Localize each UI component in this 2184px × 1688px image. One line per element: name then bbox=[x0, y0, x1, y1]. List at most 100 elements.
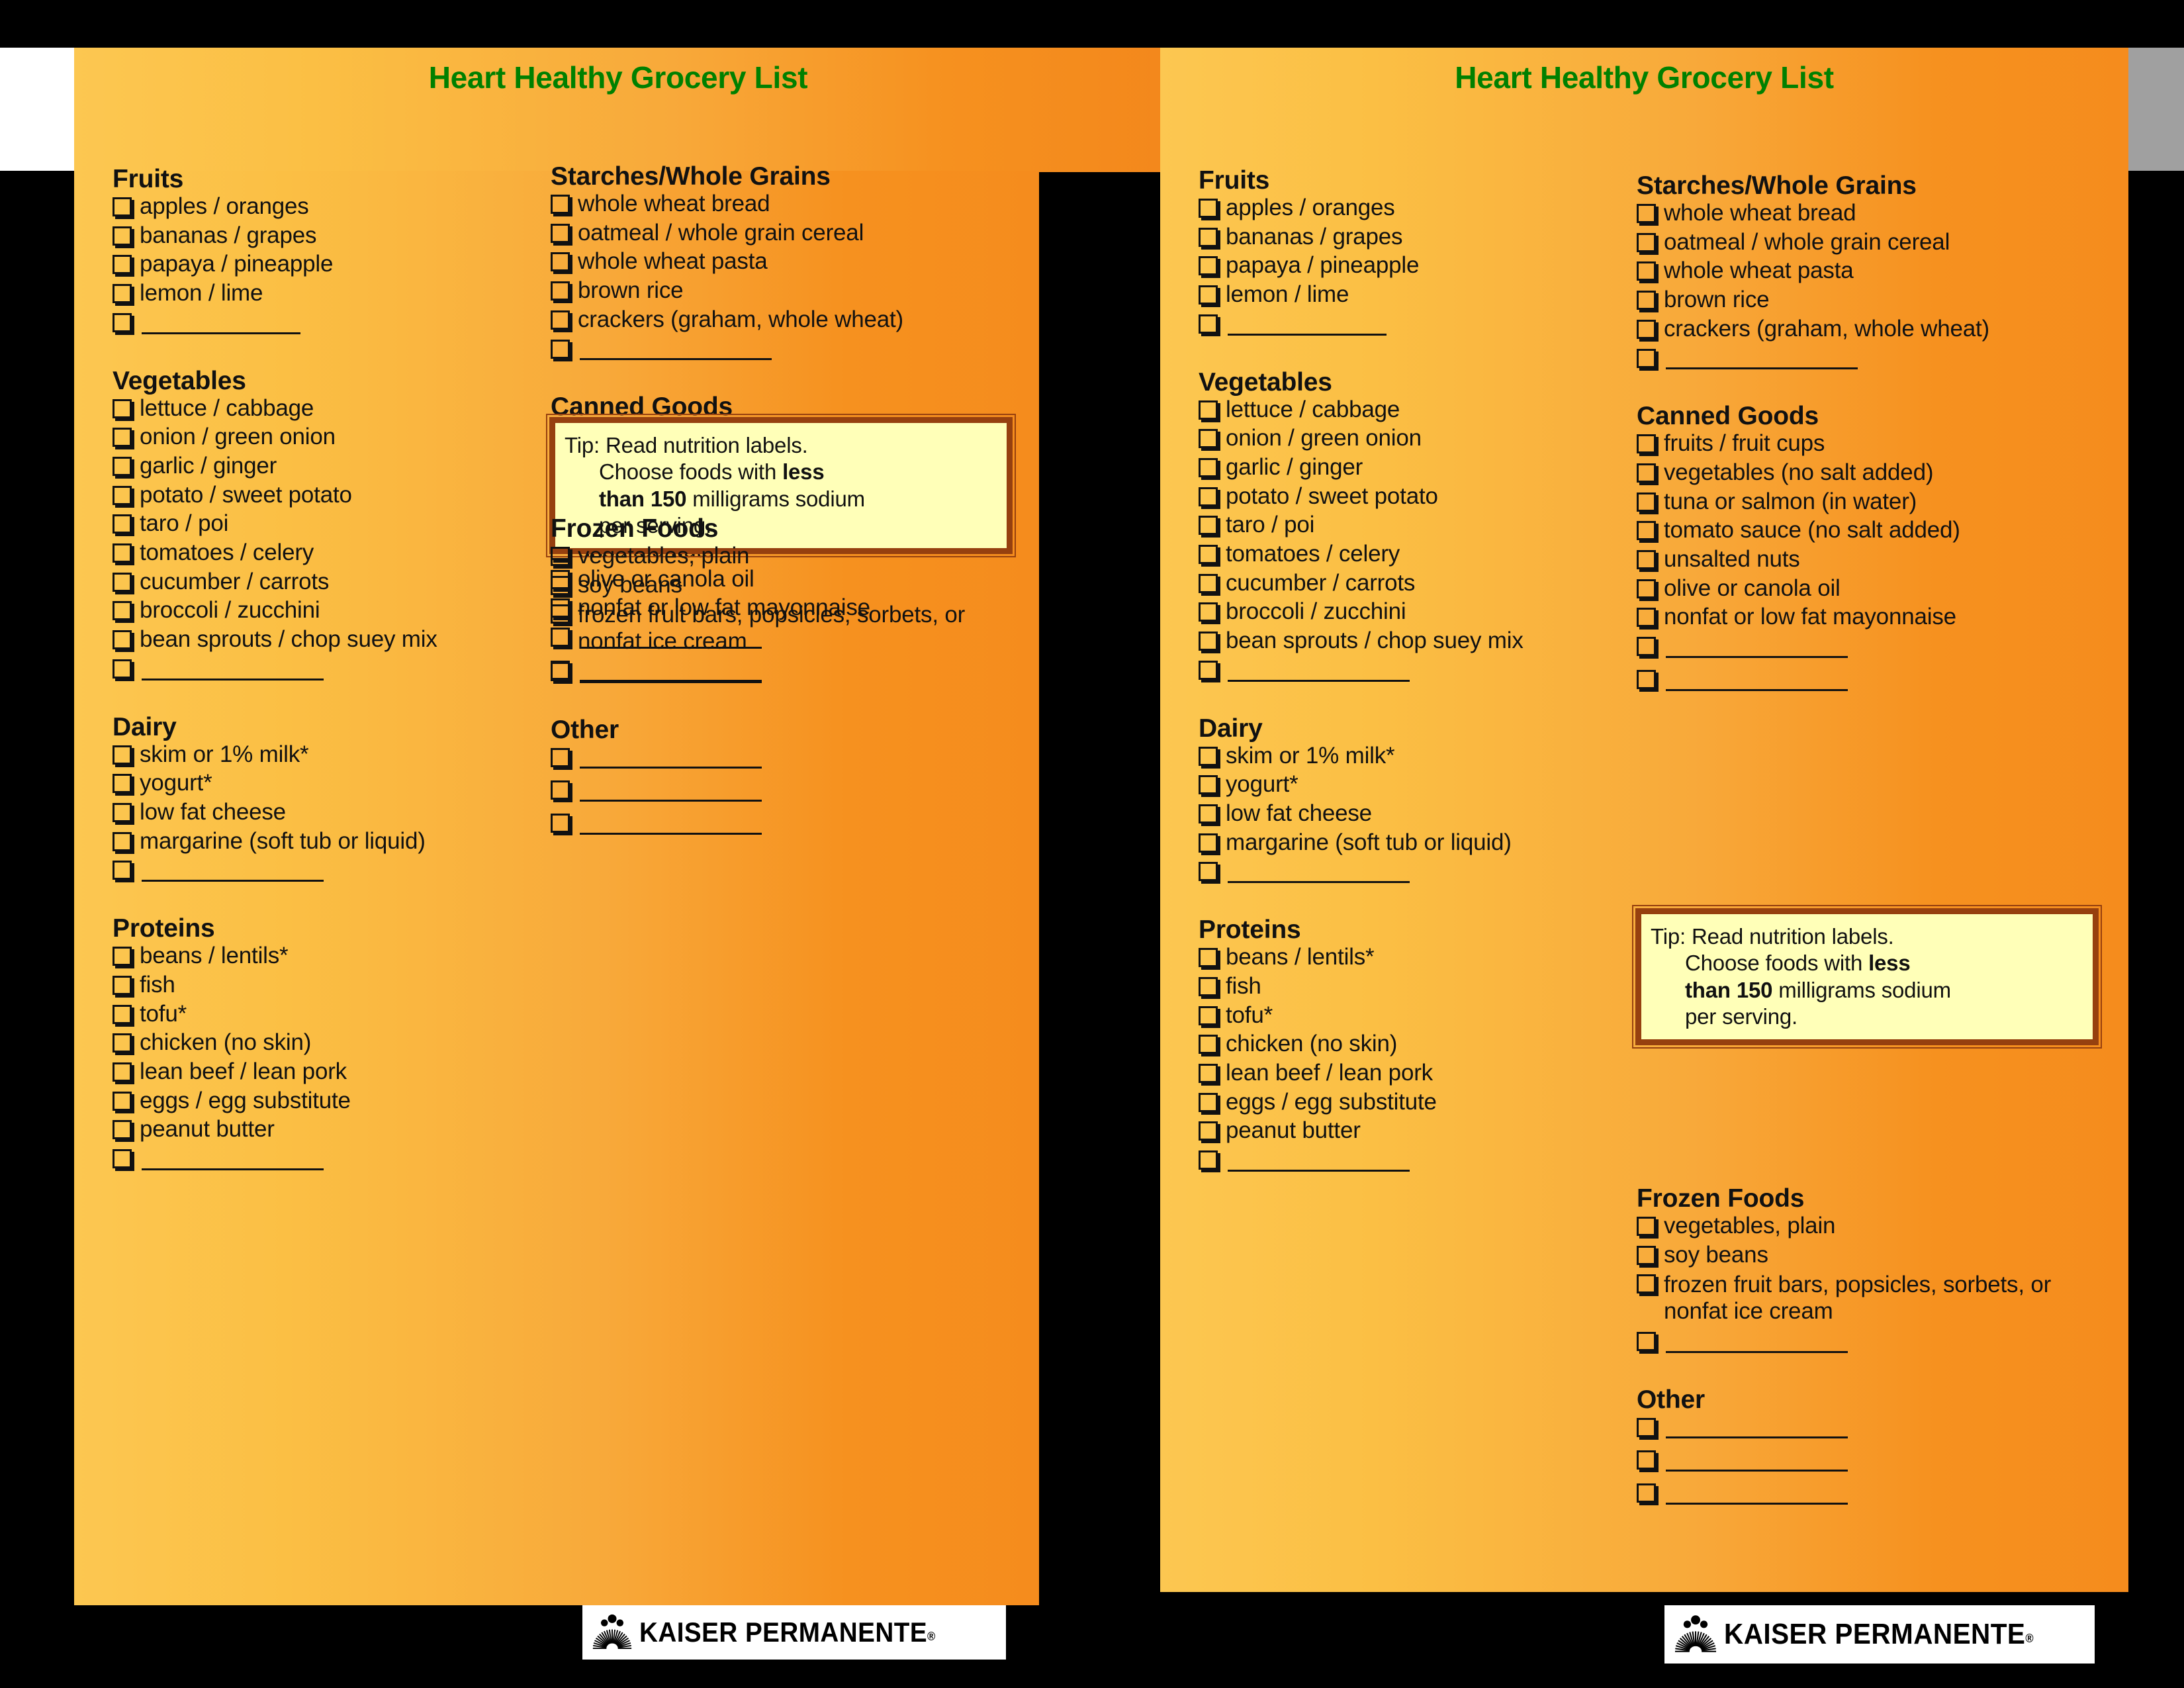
checkbox-icon[interactable] bbox=[1199, 1090, 1224, 1112]
checklist-item-blank[interactable] bbox=[113, 657, 536, 680]
checklist-item[interactable]: bean sprouts / chop suey mix bbox=[1199, 629, 1622, 653]
checklist-item[interactable]: beans / lentils* bbox=[113, 944, 536, 968]
checkbox-icon[interactable] bbox=[113, 657, 138, 679]
checkbox-icon[interactable] bbox=[113, 800, 138, 823]
checkbox-icon[interactable] bbox=[1637, 1415, 1662, 1437]
checkbox-icon[interactable] bbox=[1199, 225, 1224, 247]
checkbox-icon[interactable] bbox=[551, 221, 576, 243]
checkbox-square-icon[interactable] bbox=[113, 861, 132, 880]
checkbox-icon[interactable] bbox=[1199, 600, 1224, 622]
checkbox-icon[interactable] bbox=[113, 771, 138, 794]
checkbox-icon[interactable] bbox=[113, 1002, 138, 1024]
checkbox-icon[interactable] bbox=[1637, 1448, 1662, 1470]
checkbox-icon[interactable] bbox=[1637, 605, 1662, 628]
checkbox-icon[interactable] bbox=[551, 308, 576, 330]
checkbox-square-icon[interactable] bbox=[1199, 458, 1218, 478]
checkbox-icon[interactable] bbox=[113, 1031, 138, 1053]
checklist-item[interactable]: whole wheat pasta bbox=[1637, 259, 2100, 283]
checkbox-icon[interactable] bbox=[1199, 455, 1224, 478]
checkbox-icon[interactable] bbox=[1199, 859, 1224, 882]
checkbox-square-icon[interactable] bbox=[113, 485, 132, 505]
checklist-item[interactable]: bananas / grapes bbox=[113, 224, 536, 248]
checkbox-icon[interactable] bbox=[113, 1089, 138, 1111]
checklist-item[interactable]: brown rice bbox=[551, 279, 1014, 303]
checkbox-square-icon[interactable] bbox=[1199, 1035, 1218, 1055]
checkbox-square-icon[interactable] bbox=[1199, 1150, 1218, 1170]
checklist-item[interactable]: tuna or salmon (in water) bbox=[1637, 490, 2100, 514]
checkbox-square-icon[interactable] bbox=[1637, 492, 1656, 512]
checklist-item[interactable]: apples / oranges bbox=[1199, 196, 1622, 220]
blank-rule[interactable] bbox=[1228, 1150, 1410, 1172]
checkbox-square-icon[interactable] bbox=[1637, 637, 1656, 657]
checkbox-icon[interactable] bbox=[1199, 831, 1224, 853]
checklist-item[interactable]: olive or canola oil bbox=[1637, 577, 2100, 600]
checklist-item-blank[interactable] bbox=[113, 858, 536, 882]
checklist-item[interactable]: lettuce / cabbage bbox=[113, 396, 536, 420]
checkbox-square-icon[interactable] bbox=[1199, 1121, 1218, 1141]
checkbox-icon[interactable] bbox=[113, 1060, 138, 1082]
checklist-item[interactable]: oatmeal / whole grain cereal bbox=[551, 221, 1014, 245]
checklist-item-blank[interactable] bbox=[113, 1147, 536, 1170]
checkbox-icon[interactable] bbox=[1637, 1481, 1662, 1503]
checkbox-icon[interactable] bbox=[113, 195, 138, 217]
checkbox-icon[interactable] bbox=[113, 570, 138, 592]
checkbox-square-icon[interactable] bbox=[1637, 1483, 1656, 1503]
checklist-item[interactable]: whole wheat bread bbox=[551, 192, 1014, 216]
checkbox-icon[interactable] bbox=[113, 944, 138, 966]
blank-rule[interactable] bbox=[1666, 1417, 1848, 1439]
checkbox-icon[interactable] bbox=[1199, 629, 1224, 651]
checklist-item[interactable]: fish bbox=[1199, 974, 1622, 998]
checkbox-square-icon[interactable] bbox=[1199, 573, 1218, 593]
checkbox-square-icon[interactable] bbox=[1199, 314, 1218, 334]
checkbox-icon[interactable] bbox=[1199, 658, 1224, 680]
checkbox-square-icon[interactable] bbox=[1637, 608, 1656, 628]
checkbox-icon[interactable] bbox=[1637, 634, 1662, 657]
checkbox-square-icon[interactable] bbox=[113, 514, 132, 534]
checklist-item[interactable]: papaya / pineapple bbox=[1199, 254, 1622, 277]
checkbox-square-icon[interactable] bbox=[1637, 1450, 1656, 1470]
checkbox-icon[interactable] bbox=[1637, 230, 1662, 252]
checklist-item[interactable]: margarine (soft tub or liquid) bbox=[113, 829, 536, 853]
checklist-item-blank[interactable] bbox=[113, 310, 536, 334]
blank-rule[interactable] bbox=[142, 659, 324, 680]
checkbox-square-icon[interactable] bbox=[1199, 429, 1218, 449]
checklist-item-blank[interactable] bbox=[1637, 667, 2100, 691]
blank-rule[interactable] bbox=[580, 338, 772, 361]
checklist-item[interactable]: whole wheat pasta bbox=[551, 250, 1014, 273]
checklist-item[interactable]: low fat cheese bbox=[113, 800, 536, 824]
checkbox-icon[interactable] bbox=[1199, 312, 1224, 334]
checklist-item[interactable]: lemon / lime bbox=[113, 281, 536, 305]
checkbox-square-icon[interactable] bbox=[1199, 833, 1218, 853]
checkbox-square-icon[interactable] bbox=[551, 661, 570, 681]
checkbox-icon[interactable] bbox=[1637, 259, 1662, 281]
checklist-item-blank[interactable] bbox=[551, 778, 1014, 802]
checklist-item[interactable]: fruits / fruit cups bbox=[1637, 432, 2100, 455]
checkbox-square-icon[interactable] bbox=[1199, 1006, 1218, 1025]
checkbox-square-icon[interactable] bbox=[551, 814, 570, 833]
checkbox-square-icon[interactable] bbox=[113, 1091, 132, 1111]
checklist-item[interactable]: lemon / lime bbox=[1199, 283, 1622, 306]
checkbox-square-icon[interactable] bbox=[1637, 434, 1656, 454]
checkbox-icon[interactable] bbox=[1637, 1214, 1662, 1237]
checklist-item[interactable]: unsalted nuts bbox=[1637, 547, 2100, 571]
checkbox-icon[interactable] bbox=[113, 628, 138, 650]
checkbox-square-icon[interactable] bbox=[113, 197, 132, 217]
checkbox-square-icon[interactable] bbox=[1637, 521, 1656, 541]
checkbox-icon[interactable] bbox=[113, 1147, 138, 1168]
checkbox-icon[interactable] bbox=[113, 541, 138, 563]
checklist-item-blank[interactable] bbox=[1199, 859, 1622, 884]
checkbox-square-icon[interactable] bbox=[113, 1033, 132, 1053]
checklist-item[interactable]: potato / sweet potato bbox=[113, 483, 536, 507]
checkbox-icon[interactable] bbox=[1199, 773, 1224, 795]
checkbox-icon[interactable] bbox=[113, 743, 138, 765]
checkbox-square-icon[interactable] bbox=[113, 457, 132, 477]
checkbox-square-icon[interactable] bbox=[1199, 256, 1218, 276]
checklist-item[interactable]: eggs / egg substitute bbox=[1199, 1090, 1622, 1114]
checkbox-icon[interactable] bbox=[1199, 974, 1224, 996]
checklist-item[interactable]: oatmeal / whole grain cereal bbox=[1637, 230, 2100, 254]
checkbox-square-icon[interactable] bbox=[113, 601, 132, 621]
checklist-item-blank[interactable] bbox=[1637, 1329, 2100, 1353]
checkbox-icon[interactable] bbox=[1637, 1329, 1662, 1351]
blank-rule[interactable] bbox=[1666, 1483, 1848, 1505]
blank-rule[interactable] bbox=[142, 860, 324, 882]
